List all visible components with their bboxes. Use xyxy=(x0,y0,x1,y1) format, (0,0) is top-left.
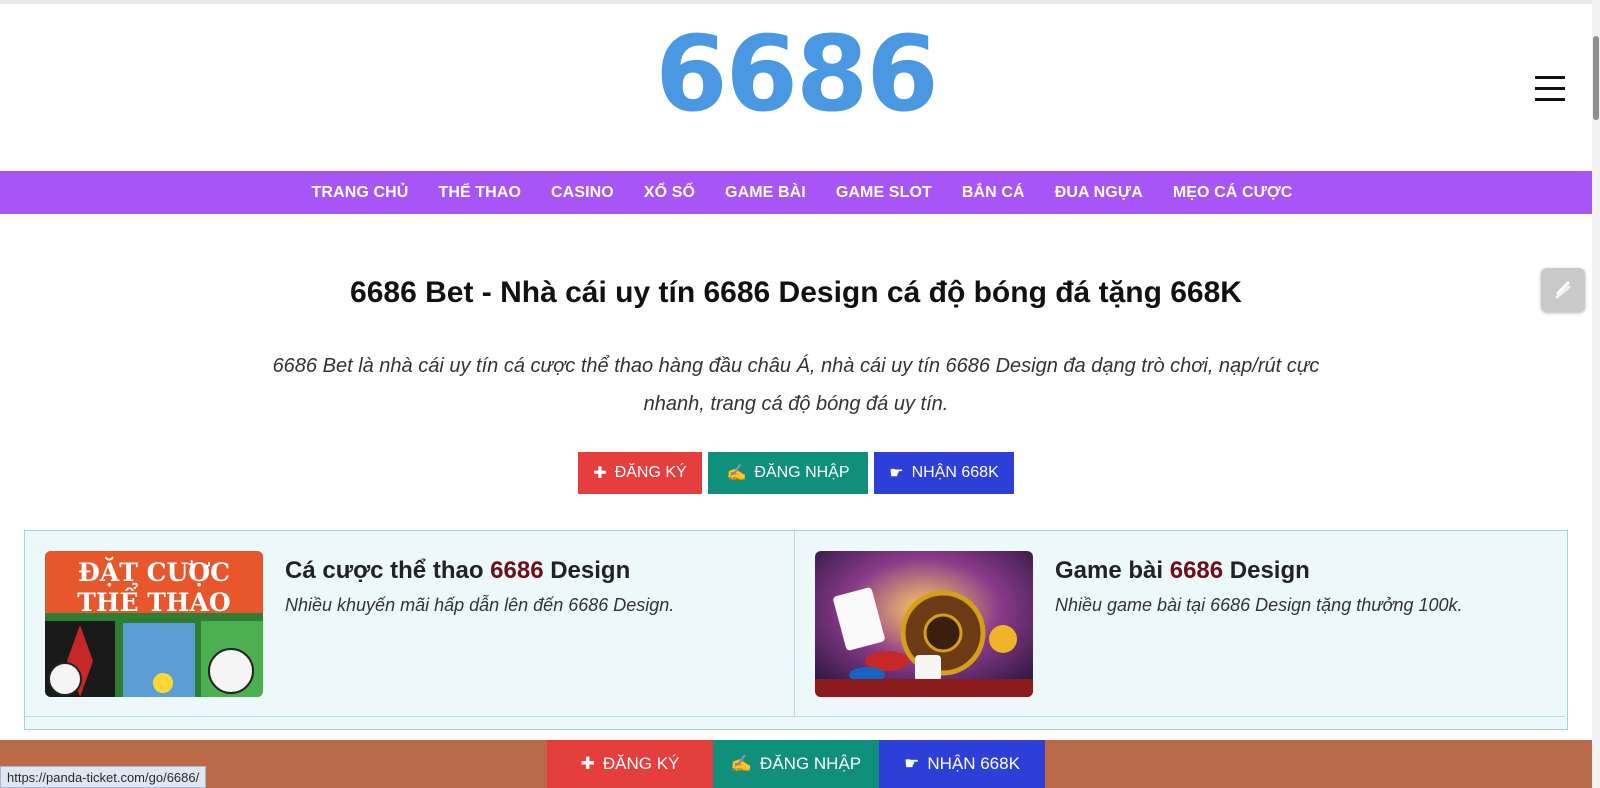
scrollbar-thumb[interactable] xyxy=(1593,36,1599,120)
sports-card-description: Nhiều khuyến mãi hấp dẫn lên đến 6686 De… xyxy=(285,595,675,615)
nav-item-ban-ca[interactable]: BẮN CÁ xyxy=(962,184,1025,202)
nav-item-dua-ngua[interactable]: ĐUA NGỰA xyxy=(1055,184,1143,202)
card-games-image[interactable] xyxy=(815,551,1033,697)
site-header: 6686 xyxy=(0,0,1592,171)
bonus-button[interactable]: ☛ NHẬN 668K xyxy=(874,452,1014,494)
category-card-sports[interactable]: ĐẶT CƯỢC THỂ THAO Cá cược thể thao 6686 … xyxy=(25,531,795,717)
nav-item-meo-ca-cuoc[interactable]: MẸO CÁ CƯỢC xyxy=(1173,184,1293,202)
bottom-register-button[interactable]: ✚ ĐĂNG KÝ xyxy=(547,740,713,788)
register-label: ĐĂNG KÝ xyxy=(614,464,687,481)
register-button[interactable]: ✚ ĐĂNG KÝ xyxy=(578,452,702,494)
cards-card-title[interactable]: Game bài 6686 Design xyxy=(1055,557,1310,585)
sports-betting-image[interactable]: ĐẶT CƯỢC THỂ THAO xyxy=(45,551,263,697)
sports-card-title[interactable]: Cá cược thể thao 6686 Design xyxy=(285,557,630,585)
bottom-register-label: ĐĂNG KÝ xyxy=(602,754,680,773)
nav-item-casino[interactable]: CASINO xyxy=(551,184,614,202)
plus-icon: ✚ xyxy=(593,465,607,482)
nav-item-the-thao[interactable]: THỂ THAO xyxy=(438,184,521,202)
nav-item-trang-chu[interactable]: TRANG CHỦ xyxy=(312,184,409,202)
login-label: ĐĂNG NHẬP xyxy=(754,464,850,481)
pointing-hand-icon: ☛ xyxy=(904,754,920,773)
bottom-bonus-button[interactable]: ☛ NHẬN 668K xyxy=(879,740,1045,788)
bottom-login-label: ĐĂNG NHẬP xyxy=(760,754,862,773)
writing-hand-icon: ✍ xyxy=(730,754,753,773)
sticky-bottom-bar: ✚ ĐĂNG KÝ ✍ ĐĂNG NHẬP ☛ NHẬN 668K xyxy=(0,740,1592,788)
main-nav: TRANG CHỦ THỂ THAO CASINO XỔ SỐ GAME BÀI… xyxy=(0,171,1592,214)
page-description: 6686 Bet là nhà cái uy tín cá cược thể t… xyxy=(272,355,1320,415)
bottom-bonus-label: NHẬN 668K xyxy=(927,754,1020,773)
site-logo[interactable]: 6686 xyxy=(0,22,1592,126)
hamburger-menu-icon[interactable] xyxy=(1535,76,1565,102)
writing-hand-icon: ✍ xyxy=(726,465,747,482)
category-card-cards[interactable]: Game bài 6686 Design Nhiều game bài tại … xyxy=(795,531,1565,717)
category-grid: ĐẶT CƯỢC THỂ THAO Cá cược thể thao 6686 … xyxy=(24,530,1568,730)
cta-button-row: ✚ ĐĂNG KÝ ✍ ĐĂNG NHẬP ☛ NHẬN 668K xyxy=(0,452,1592,494)
bonus-label: NHẬN 668K xyxy=(911,464,999,481)
login-button[interactable]: ✍ ĐĂNG NHẬP xyxy=(708,452,868,494)
bottom-login-button[interactable]: ✍ ĐĂNG NHẬP xyxy=(713,740,879,788)
sports-image-text-2: THỂ THAO xyxy=(77,584,230,617)
plus-icon: ✚ xyxy=(580,754,595,773)
nav-item-xo-so[interactable]: XỔ SỐ xyxy=(644,184,695,202)
page: 6686 TRANG CHỦ THỂ THAO CASINO XỔ SỐ GAM… xyxy=(0,0,1600,788)
nav-item-game-bai[interactable]: GAME BÀI xyxy=(725,184,806,202)
nav-item-game-slot[interactable]: GAME SLOT xyxy=(836,184,932,202)
pointing-hand-icon: ☛ xyxy=(889,465,904,482)
cards-card-description: Nhiều game bài tại 6686 Design tặng thưở… xyxy=(1055,595,1463,615)
sports-image-text-1: ĐẶT CƯỢC xyxy=(78,557,230,587)
page-title: 6686 Bet - Nhà cái uy tín 6686 Design cá… xyxy=(350,276,1242,309)
status-bar-url: https://panda-ticket.com/go/6686/ xyxy=(0,766,207,788)
